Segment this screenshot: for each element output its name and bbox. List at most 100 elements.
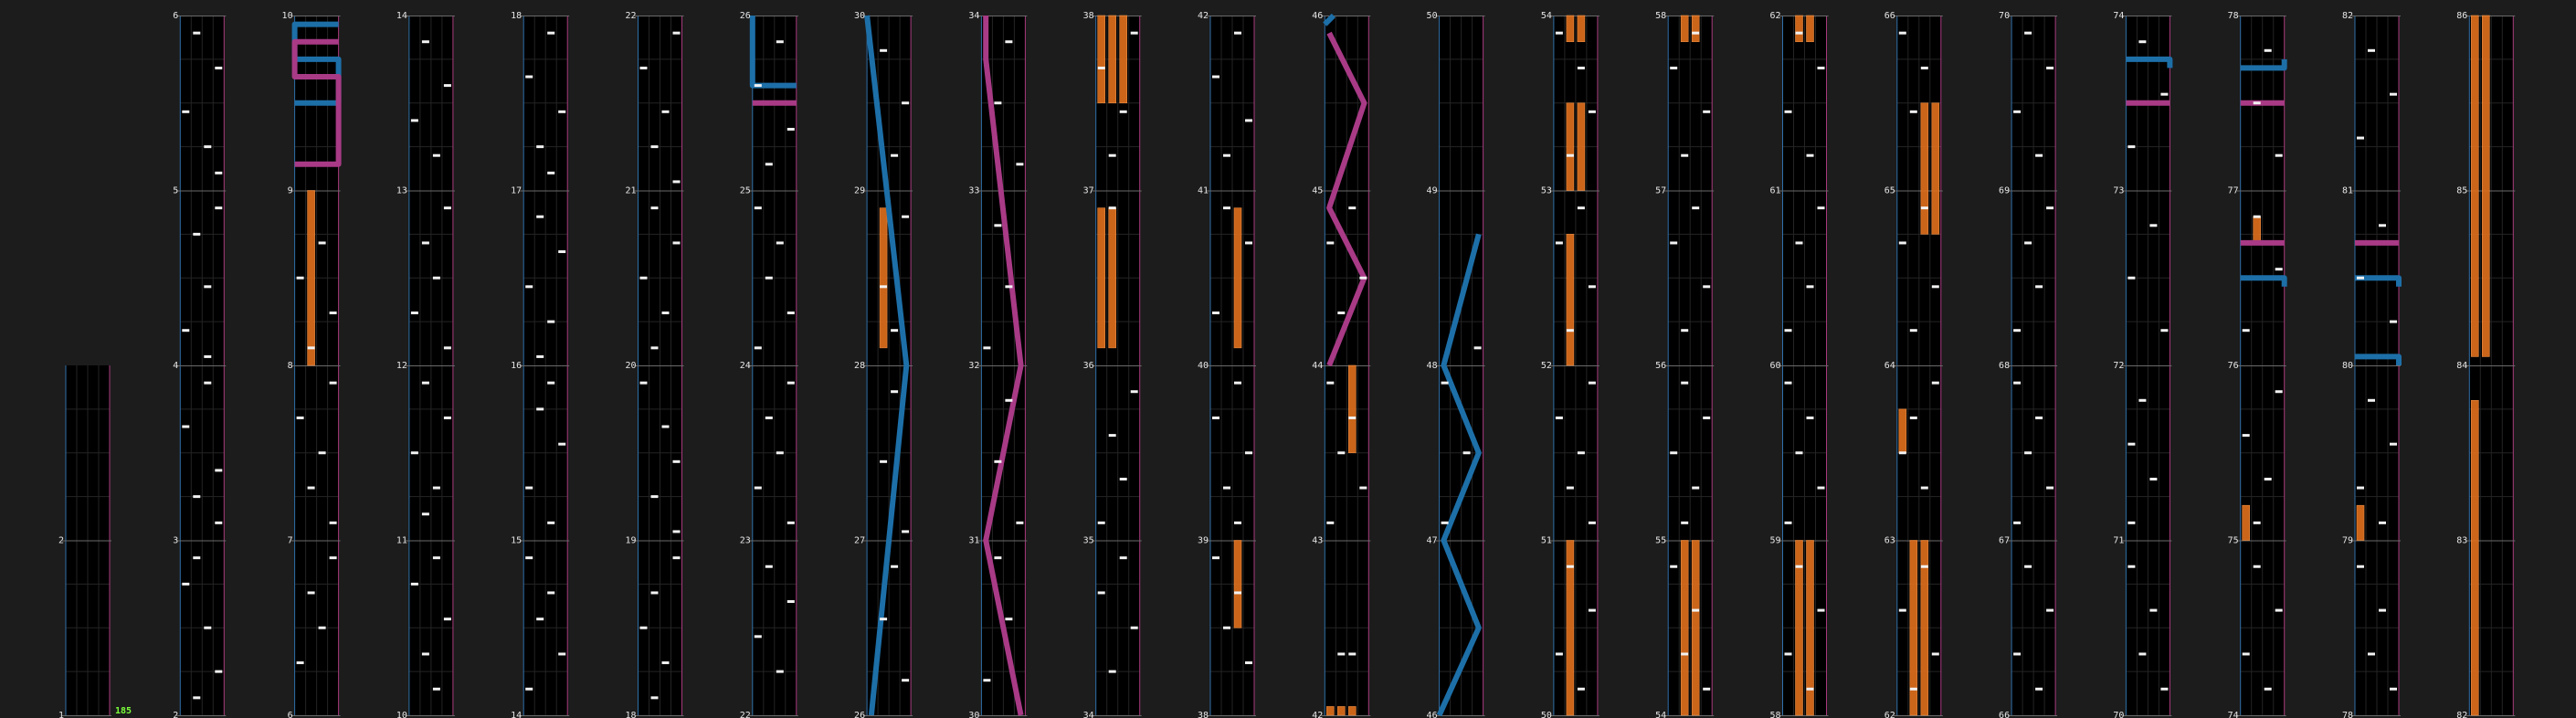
note <box>902 215 910 218</box>
note <box>2035 153 2043 157</box>
measure-number: 76 <box>2228 361 2239 371</box>
note <box>1817 486 1825 490</box>
note <box>193 31 201 35</box>
measure-number: 64 <box>1884 361 1895 371</box>
note <box>2024 241 2032 245</box>
note <box>204 354 212 358</box>
note <box>1703 687 1711 691</box>
measure-number: 11 <box>396 536 407 546</box>
measure-number: 78 <box>2228 11 2239 21</box>
note <box>410 451 418 455</box>
long-note <box>1097 15 1105 104</box>
measure-number: 80 <box>2342 361 2353 371</box>
long-note <box>1326 706 1335 716</box>
note <box>672 180 681 184</box>
note <box>994 556 1002 560</box>
long-note <box>1898 408 1907 454</box>
note <box>1920 66 1928 69</box>
note <box>558 442 566 446</box>
measure-number: 73 <box>2113 186 2124 196</box>
note <box>1795 31 1803 35</box>
note <box>650 145 659 149</box>
measure-number: 70 <box>2113 711 2124 718</box>
long-note <box>2471 399 2479 716</box>
measure-number: 82 <box>2456 711 2467 718</box>
note <box>1555 652 1563 656</box>
note <box>1703 416 1711 419</box>
note <box>661 425 670 428</box>
measure-number: 37 <box>1083 186 1094 196</box>
measure-number: 50 <box>1541 711 1552 718</box>
measure-number: 18 <box>625 711 636 718</box>
note <box>2013 110 2022 113</box>
measure-number: 6 <box>173 11 178 21</box>
note <box>329 381 337 385</box>
note <box>1326 381 1335 385</box>
note <box>2264 48 2272 52</box>
note <box>2149 608 2158 612</box>
note <box>1005 285 1013 289</box>
measure-number: 38 <box>1198 711 1209 718</box>
measure-number: 40 <box>1198 361 1209 371</box>
measure-number: 54 <box>1655 711 1666 718</box>
note <box>1108 153 1116 157</box>
measure-number: 4 <box>173 361 178 371</box>
note <box>1577 206 1585 210</box>
note <box>902 101 910 105</box>
note <box>432 556 440 560</box>
measure-number: 36 <box>1083 361 1094 371</box>
measure-number: 54 <box>1541 11 1552 21</box>
measure-number: 35 <box>1083 536 1094 546</box>
note <box>307 346 315 350</box>
measure-number: 79 <box>2342 536 2353 546</box>
note <box>182 110 190 113</box>
note <box>1234 31 1241 35</box>
note <box>1005 618 1013 621</box>
note <box>182 582 190 586</box>
note <box>2379 608 2386 612</box>
note <box>1130 626 1138 629</box>
measure-number: 55 <box>1655 536 1666 546</box>
note <box>432 153 440 157</box>
note <box>1130 390 1138 394</box>
note <box>443 618 451 621</box>
note <box>754 84 762 88</box>
note <box>296 661 304 665</box>
note <box>1817 206 1825 210</box>
note <box>215 670 223 673</box>
measure-number: 65 <box>1884 186 1895 196</box>
note <box>329 521 337 524</box>
measure-number: 20 <box>625 361 636 371</box>
note <box>1931 652 1939 656</box>
note <box>1212 556 1219 560</box>
note <box>1005 398 1013 402</box>
note <box>2368 652 2375 656</box>
note <box>1692 206 1700 210</box>
note <box>1670 451 1678 455</box>
note <box>1234 381 1241 385</box>
measure-number: 30 <box>968 711 979 718</box>
measure-number: 9 <box>288 186 293 196</box>
note <box>2127 565 2136 568</box>
long-note <box>1691 15 1700 43</box>
note <box>2024 565 2032 568</box>
note <box>672 31 681 35</box>
note <box>1108 670 1116 673</box>
note <box>1097 591 1105 595</box>
note <box>329 311 337 315</box>
measure-number: 15 <box>511 536 522 546</box>
note <box>1670 66 1678 69</box>
measure-number: 17 <box>511 186 522 196</box>
note <box>215 469 223 472</box>
note <box>1795 565 1803 568</box>
note <box>1670 241 1678 245</box>
note <box>1588 608 1596 612</box>
note <box>2390 442 2397 446</box>
note <box>650 346 659 350</box>
measure-number: 24 <box>740 361 751 371</box>
note <box>1441 381 1449 385</box>
measure-number: 22 <box>740 711 751 718</box>
note <box>672 530 681 533</box>
note <box>650 591 659 595</box>
note <box>2035 416 2043 419</box>
